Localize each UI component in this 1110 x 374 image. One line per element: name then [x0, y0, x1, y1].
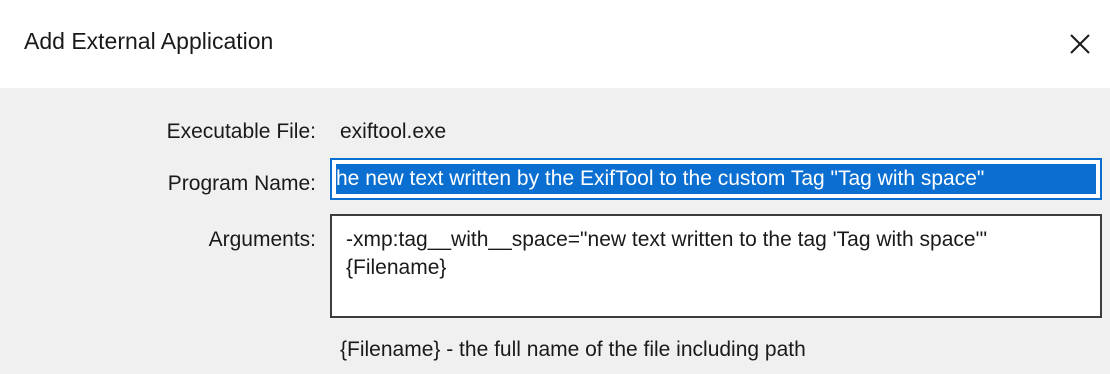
arguments-label: Arguments: — [208, 228, 316, 251]
program-name-label: Program Name: — [167, 172, 316, 195]
program-name-input[interactable]: he new text written by the ExifTool to t… — [330, 158, 1102, 200]
arguments-textarea[interactable]: -xmp:tag__with__space="new text written … — [330, 214, 1102, 318]
program-name-value: he new text written by the ExifTool to t… — [336, 167, 985, 190]
dialog-title: Add External Application — [24, 28, 274, 54]
close-button[interactable] — [1050, 14, 1110, 74]
executable-file-label: Executable File: — [166, 120, 316, 143]
filename-hint: {Filename} - the full name of the file i… — [340, 338, 806, 361]
title-bar: Add External Application — [0, 0, 1110, 88]
add-external-application-dialog: Add External Application Executable File… — [0, 0, 1110, 374]
executable-file-value: exiftool.exe — [340, 120, 447, 143]
close-icon — [1070, 34, 1090, 54]
program-name-selected-text: he new text written by the ExifTool to t… — [336, 164, 1096, 194]
